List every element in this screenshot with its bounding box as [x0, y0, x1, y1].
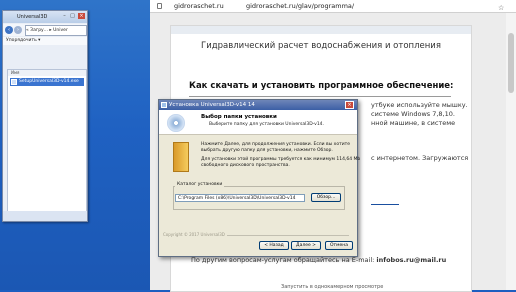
dialog-header-subtitle: Выберите папку для установки Universal3D…: [209, 122, 324, 127]
space-required-text: свободного дискового пространства.: [201, 163, 290, 168]
install-dir-label: Каталог установки: [175, 182, 225, 187]
install-path-input[interactable]: C:\Program Files (x86)\Universal3D\Unive…: [175, 194, 305, 202]
paragraph-fragment: системе Windows 7,8,10.: [371, 110, 455, 118]
organize-menu[interactable]: Упорядочить ▾: [3, 37, 87, 45]
site-name: gidroraschet.ru: [174, 2, 224, 10]
contact-text: По другим вопросам-услугам обращайтесь н…: [191, 256, 447, 264]
paragraph-fragment: нной машине, в системе: [371, 119, 456, 127]
close-icon[interactable]: ×: [345, 101, 354, 109]
footer-text[interactable]: Запустить в однокамерном просмотре: [281, 284, 383, 290]
installer-icon: [161, 102, 167, 108]
link-underline[interactable]: [371, 204, 399, 205]
exe-file-icon: [11, 79, 17, 85]
explorer-address-input[interactable]: « Загру... ▸ Univer: [25, 25, 87, 36]
close-icon[interactable]: ×: [78, 13, 85, 19]
dialog-header: Выбор папки установки Выберите папку для…: [159, 110, 357, 135]
folder-icon: [173, 142, 189, 172]
space-required-text: Для установки этой программы требуется к…: [201, 157, 361, 162]
maximize-icon[interactable]: □: [69, 13, 76, 19]
column-header-name[interactable]: Имя: [8, 70, 86, 76]
explorer-status-bar: [3, 211, 87, 221]
dialog-header-title: Выбор папки установки: [201, 114, 277, 120]
instruction-text: выбрать другую папку для установки, нажм…: [201, 148, 333, 153]
page-header-strip: [171, 26, 471, 34]
section-heading: Как скачать и установить программное обе…: [189, 81, 454, 91]
url-text[interactable]: gidroraschet.ru/glav/programma/: [246, 0, 354, 12]
back-arrow-icon[interactable]: ‹: [5, 26, 13, 34]
next-button[interactable]: Далее >: [291, 241, 321, 250]
contact-email[interactable]: infobos.ru@mail.ru: [376, 256, 446, 264]
paragraph-fragment: утбуке используйте мышку.: [371, 101, 468, 109]
page-scrollbar[interactable]: [506, 13, 516, 290]
lock-icon[interactable]: [157, 3, 162, 9]
dialog-title: Установка Universal3D-v14 14: [169, 102, 255, 108]
forward-arrow-icon[interactable]: ›: [14, 26, 22, 34]
heading-underline: [189, 96, 451, 97]
dialog-titlebar[interactable]: Установка Universal3D-v14 14 ×: [159, 100, 357, 110]
copyright-text: Copyright © 2017 Universal3D: [163, 232, 227, 237]
cancel-button[interactable]: Отмена: [325, 241, 353, 250]
address-bar[interactable]: gidroraschet.ru gidroraschet.ru/glav/pro…: [150, 0, 516, 13]
list-item[interactable]: SetupUniversal3D-v14.exe: [10, 78, 84, 86]
cd-disc-icon: [167, 114, 185, 132]
explorer-window[interactable]: Universal3D – □ × ‹ › « Загру... ▸ Unive…: [2, 10, 88, 222]
back-button[interactable]: < Назад: [259, 241, 289, 250]
instruction-text: Нажмите Далее, для продолжения установки…: [201, 142, 351, 147]
scrollbar-thumb[interactable]: [508, 33, 514, 93]
file-name: SetupUniversal3D-v14.exe: [19, 79, 79, 84]
installer-dialog[interactable]: Установка Universal3D-v14 14 × Выбор пап…: [158, 99, 361, 257]
page-title: Гидравлический расчет водоснабжения и от…: [201, 41, 441, 51]
explorer-title: Universal3D: [17, 14, 48, 20]
browse-button[interactable]: Обзор...: [311, 193, 341, 202]
minimize-icon[interactable]: –: [61, 13, 68, 19]
file-list: Имя SetupUniversal3D-v14.exe: [7, 69, 87, 221]
paragraph-fragment: с интернетом. Загружаются: [371, 154, 469, 162]
explorer-titlebar[interactable]: Universal3D – □ ×: [3, 11, 87, 23]
explorer-address-bar: ‹ › « Загру... ▸ Univer: [3, 24, 87, 36]
